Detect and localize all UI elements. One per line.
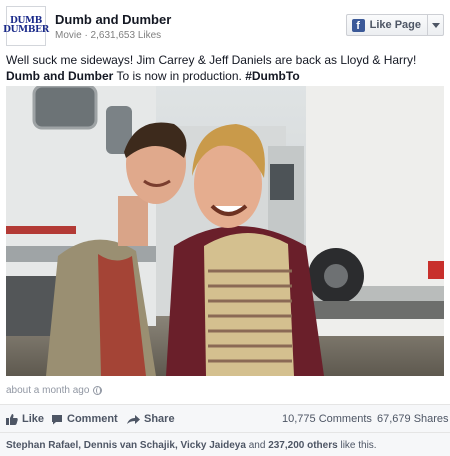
share-label: Share <box>144 413 175 425</box>
timestamp-text: about a month ago <box>6 385 90 396</box>
share-action[interactable]: Share <box>127 413 175 425</box>
share-arrow-icon <box>127 414 140 424</box>
globe-icon <box>93 386 103 395</box>
comment-label: Comment <box>67 413 118 425</box>
like-action[interactable]: Like <box>6 413 44 425</box>
page-meta: Movie · 2,631,653 Likes <box>55 30 162 41</box>
comment-icon <box>52 414 62 424</box>
action-bar: Like Comment Share 10,775 Comments 67,67… <box>0 404 450 432</box>
like-label: Like <box>22 413 45 425</box>
likers-joiner: and <box>245 440 269 451</box>
others-count-link[interactable]: 237,200 others <box>268 440 338 451</box>
comment-action[interactable]: Comment <box>51 413 118 425</box>
chevron-down-icon <box>431 22 440 28</box>
likers-summary: Stephan Rafael, Dennis van Schajik, Vick… <box>0 432 450 456</box>
page-avatar[interactable]: DUMB DUMBER <box>3 6 49 46</box>
post-text-bold: Dumb and Dumber <box>6 69 114 83</box>
thumbs-up-icon <box>6 413 18 425</box>
avatar-text-bottom: DUMBER <box>3 25 49 35</box>
photo-illustration <box>6 86 444 376</box>
shares-count[interactable]: 67,679 Shares <box>377 413 449 425</box>
post-timestamp[interactable]: about a month ago <box>6 385 103 396</box>
comments-count[interactable]: 10,775 Comments <box>282 413 372 425</box>
liker-names[interactable]: Stephan Rafael, Dennis van Schajik, Vick… <box>6 440 246 451</box>
post-text-segment: Well suck me sideways! Jim Carrey & Jeff… <box>6 53 417 67</box>
post-message: Well suck me sideways! Jim Carrey & Jeff… <box>6 52 438 84</box>
like-page-dropdown[interactable] <box>428 15 443 35</box>
post-photo[interactable] <box>6 86 444 376</box>
post-text-segment: To is now in production. <box>113 69 246 83</box>
post-header: DUMB DUMBER Dumb and Dumber Movie · 2,63… <box>3 6 444 46</box>
hashtag-link[interactable]: #DumbTo <box>245 69 299 83</box>
like-page-button[interactable]: f Like Page <box>345 14 444 36</box>
page-name-link[interactable]: Dumb and Dumber <box>55 12 171 27</box>
likers-suffix: like this. <box>337 440 377 451</box>
like-page-main[interactable]: f Like Page <box>347 15 428 35</box>
facebook-icon: f <box>351 18 365 32</box>
like-page-label: Like Page <box>369 19 421 31</box>
